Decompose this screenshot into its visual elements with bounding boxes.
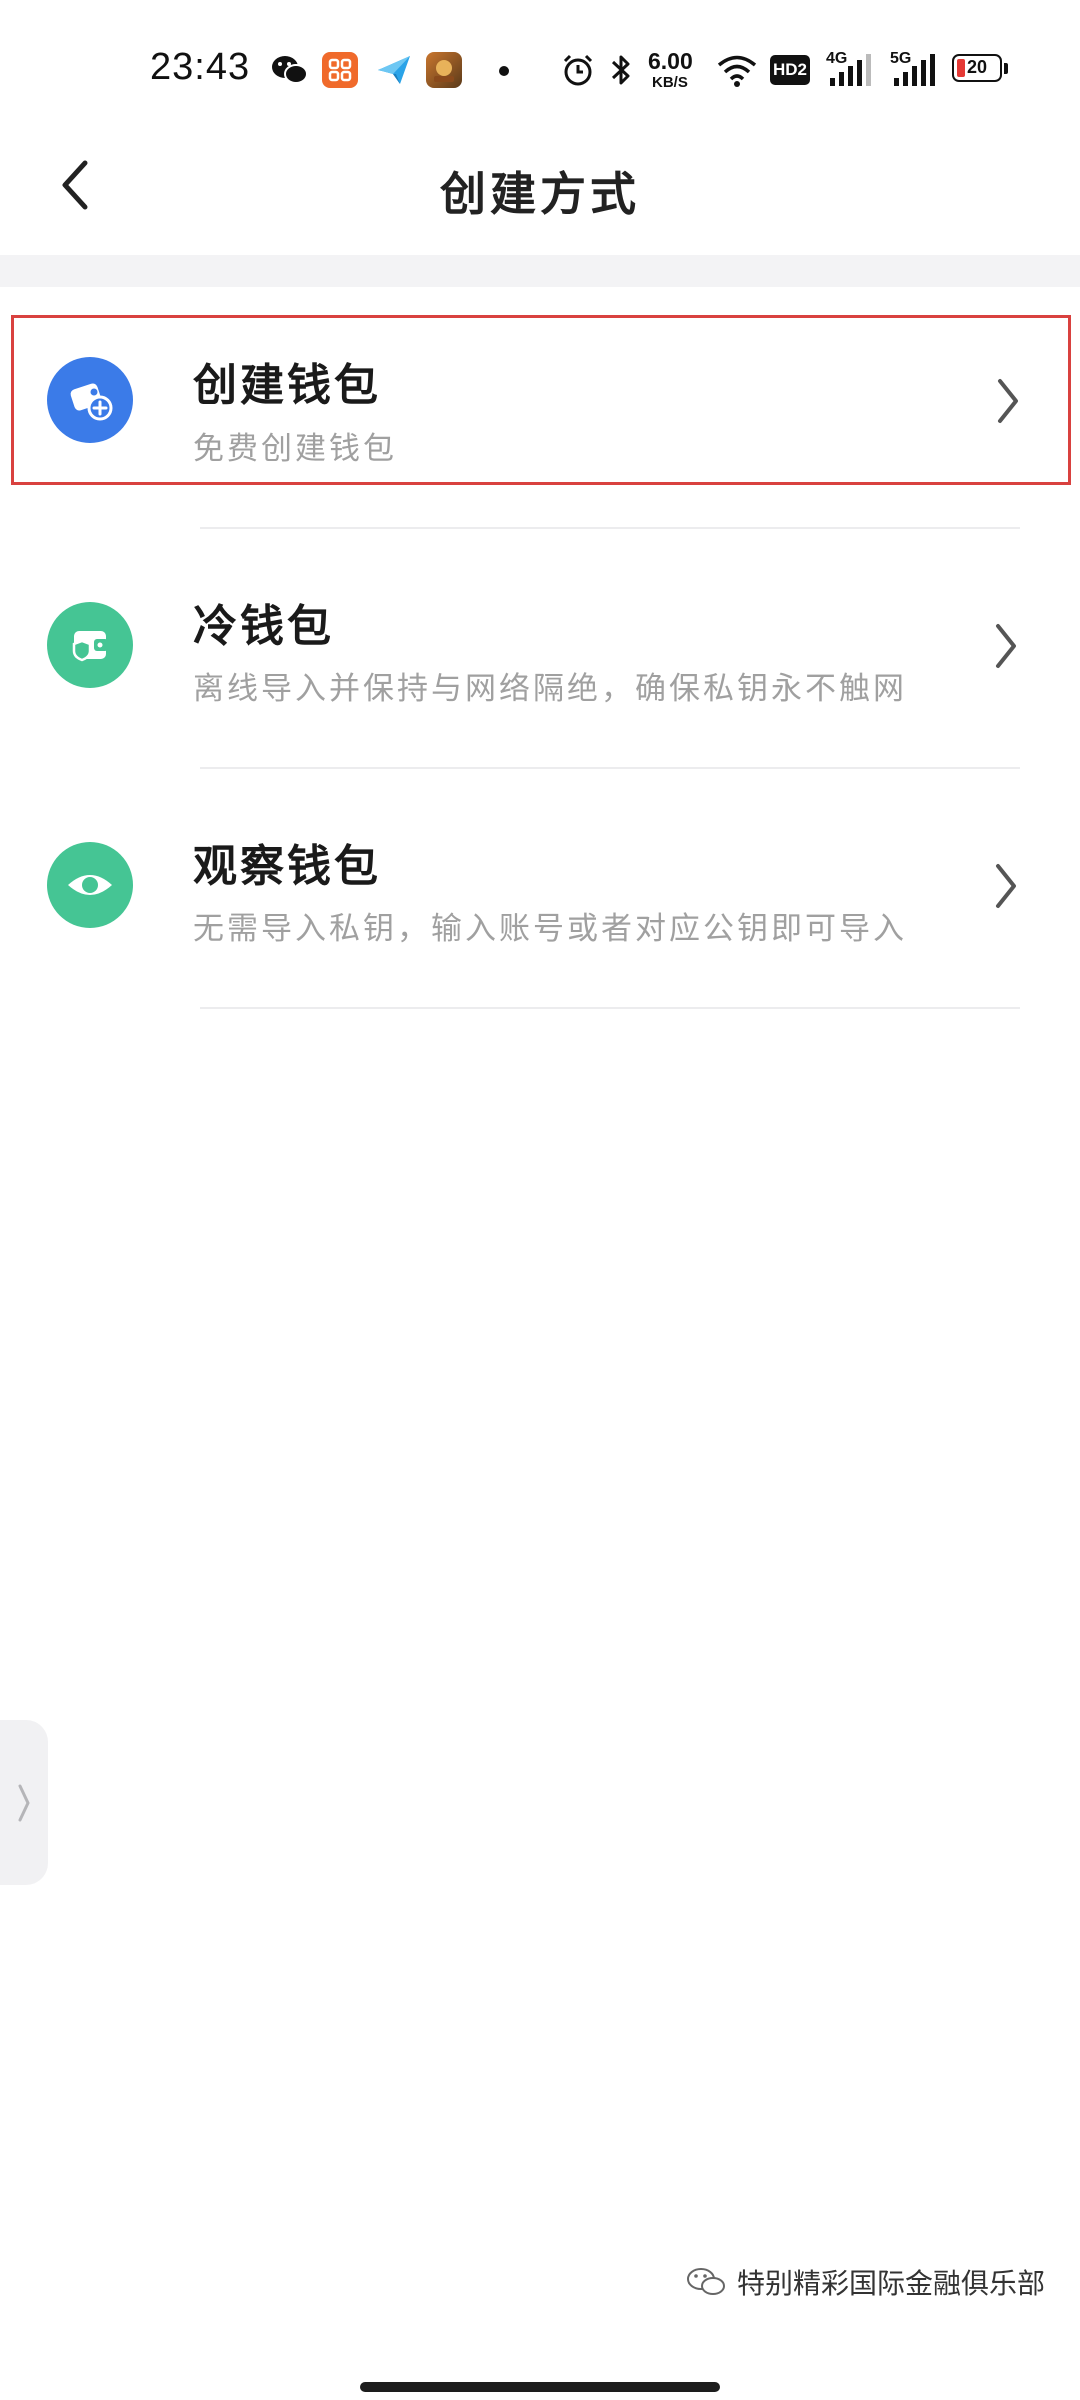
- wechat-icon: [272, 56, 308, 84]
- signal-2-icon: [894, 54, 935, 86]
- header: 创建方式: [0, 130, 1080, 255]
- shield-wallet-icon: [47, 602, 133, 688]
- option-create-wallet[interactable]: 创建钱包 免费创建钱包: [11, 315, 1071, 485]
- divider: [200, 767, 1020, 769]
- app-icon: [322, 52, 358, 88]
- chevron-right-icon: [996, 624, 1016, 668]
- page-title: 创建方式: [440, 167, 640, 221]
- option-cold-wallet[interactable]: 冷钱包 离线导入并保持与网络隔绝，确保私钥永不触网: [0, 560, 1080, 730]
- hd-badge: HD2: [770, 55, 810, 85]
- net-speed-value: 6.00: [648, 48, 693, 74]
- wifi-icon: [717, 55, 757, 87]
- wechat-outline-icon: [686, 2268, 725, 2295]
- battery-icon: 20: [952, 54, 1010, 84]
- option-subtitle: 离线导入并保持与网络隔绝，确保私钥永不触网: [193, 671, 907, 707]
- bluetooth-icon: [611, 55, 630, 85]
- game-app-icon: [426, 52, 462, 88]
- signal-icon: [830, 54, 871, 86]
- status-time: 23:43: [150, 46, 251, 88]
- status-bar: 23:43 6.00 KB/S HD2 4G 5G 20: [0, 0, 1080, 130]
- option-title: 观察钱包: [193, 841, 381, 892]
- home-indicator[interactable]: [360, 2382, 720, 2392]
- net-speed-unit: KB/S: [652, 74, 688, 91]
- screen: 23:43 6.00 KB/S HD2 4G 5G 20 创建方式 创建钱包 免…: [0, 0, 1080, 2400]
- option-title: 创建钱包: [193, 360, 381, 411]
- option-subtitle: 无需导入私钥，输入账号或者对应公钥即可导入: [193, 911, 907, 947]
- watermark-text: 特别精彩国际金融俱乐部: [736, 2267, 1045, 2300]
- option-title: 冷钱包: [193, 601, 334, 652]
- paper-plane-icon: [378, 56, 410, 84]
- chevron-right-icon: [998, 379, 1018, 423]
- header-divider: [0, 255, 1080, 287]
- divider: [200, 1007, 1020, 1009]
- side-drawer-handle[interactable]: [0, 1720, 48, 1885]
- option-subtitle: 免费创建钱包: [193, 431, 397, 467]
- eye-icon: [47, 842, 133, 928]
- battery-level: 20: [967, 57, 988, 77]
- dot-icon: [499, 66, 509, 76]
- watermark: 特别精彩国际金融俱乐部: [685, 2262, 1045, 2302]
- option-watch-wallet[interactable]: 观察钱包 无需导入私钥，输入账号或者对应公钥即可导入: [0, 800, 1080, 970]
- wallet-add-icon: [47, 357, 133, 443]
- divider: [200, 527, 1020, 529]
- chevron-right-icon: [996, 864, 1016, 908]
- alarm-icon: [563, 54, 593, 86]
- chevron-right-small-icon: [18, 1784, 30, 1821]
